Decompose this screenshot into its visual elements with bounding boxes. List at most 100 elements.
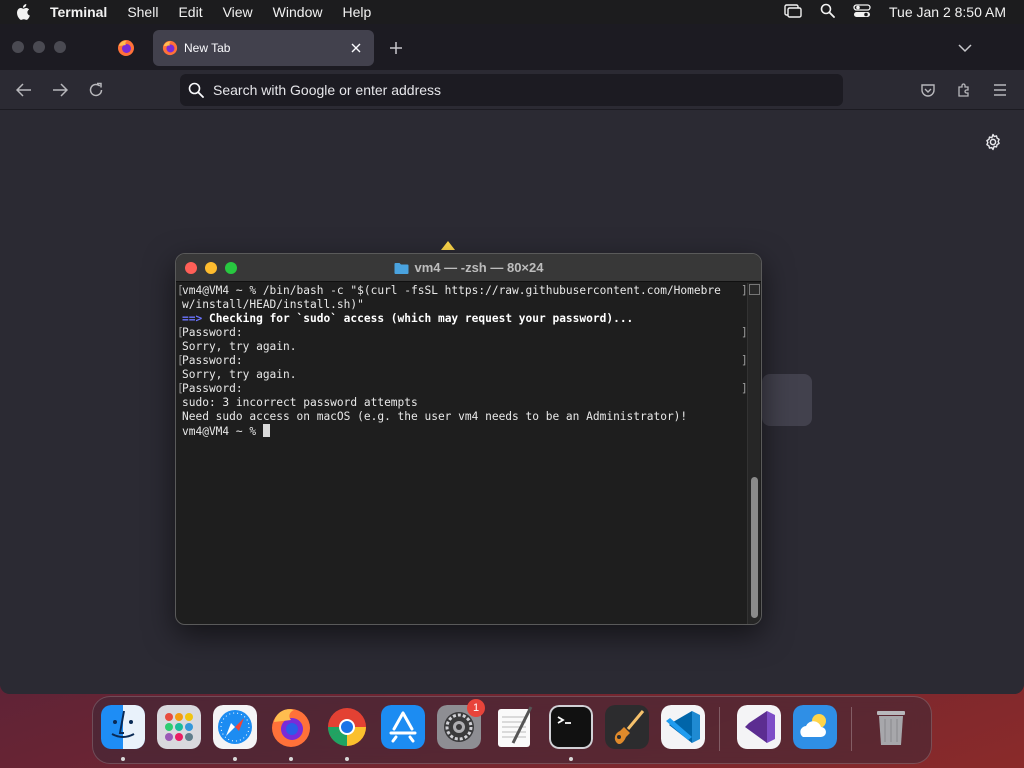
scroll-marker-icon — [749, 284, 760, 295]
terminal-line: ==> Checking for `sudo` access (which ma… — [180, 312, 745, 326]
menu-view[interactable]: View — [223, 4, 253, 20]
terminal-line: Need sudo access on macOS (e.g. the user… — [180, 410, 745, 424]
dock-trash-icon[interactable] — [869, 705, 913, 749]
tab-new-tab[interactable]: New Tab — [153, 30, 374, 66]
prompt-arrow: ==> — [182, 312, 203, 325]
terminal-line: w/install/HEAD/install.sh)" — [180, 298, 745, 312]
terminal-line: [Password:] — [177, 382, 748, 396]
menu-bar: Terminal Shell Edit View Window Help Tue… — [0, 0, 1024, 24]
app-menu-button[interactable] — [988, 78, 1012, 102]
line-text: Sorry, try again. — [182, 340, 297, 353]
menu-clock[interactable]: Tue Jan 2 8:50 AM — [889, 4, 1006, 20]
terminal-line: Sorry, try again. — [180, 340, 745, 354]
line-text: Sorry, try again. — [182, 368, 297, 381]
firefox-icon — [162, 40, 178, 56]
text-cursor — [262, 424, 270, 437]
back-button[interactable] — [12, 78, 36, 102]
menu-app-name[interactable]: Terminal — [50, 4, 107, 20]
pocket-icon — [921, 84, 935, 97]
running-indicator — [121, 757, 125, 761]
dock-garageband-icon[interactable] — [605, 705, 649, 749]
puzzle-icon — [958, 83, 969, 97]
line-text: Password: — [182, 326, 243, 339]
terminal-line: vm4@VM4 ~ % — [180, 424, 745, 438]
chevron-down-icon — [958, 44, 972, 53]
apple-menu-icon[interactable] — [16, 4, 36, 20]
tab-close-icon[interactable] — [347, 39, 365, 57]
menu-shell[interactable]: Shell — [127, 4, 158, 20]
notification-badge: 1 — [467, 699, 485, 717]
firefox-icon — [118, 40, 134, 56]
dock-visual-studio-icon[interactable] — [737, 705, 781, 749]
running-indicator — [345, 757, 349, 761]
dock-safari-icon[interactable] — [213, 705, 257, 749]
reload-icon — [89, 82, 103, 97]
scrollbar-thumb[interactable] — [751, 477, 758, 618]
menu-window[interactable]: Window — [273, 4, 323, 20]
firefox-view-button[interactable] — [112, 34, 140, 62]
line-text: vm4@VM4 ~ % /bin/bash -c "$(curl -fsSL h… — [182, 284, 721, 297]
line-text: vm4@VM4 ~ % — [182, 425, 263, 438]
terminal-output[interactable]: [vm4@VM4 ~ % /bin/bash -c "$(curl -fsSL … — [177, 284, 748, 622]
line-text: sudo: 3 incorrect password attempts — [182, 396, 418, 409]
shortcut-tile[interactable] — [762, 374, 812, 426]
pocket-button[interactable] — [916, 78, 940, 102]
dock-launchpad-icon[interactable] — [157, 705, 201, 749]
dock-separator — [719, 707, 720, 751]
highlight-marker-icon — [441, 241, 455, 250]
extensions-button[interactable] — [952, 78, 976, 102]
new-tab-button[interactable] — [385, 37, 407, 59]
terminal-window[interactable]: vm4 — -zsh — 80×24 [vm4@VM4 ~ % /bin/bas… — [175, 253, 762, 625]
url-input[interactable] — [213, 82, 773, 98]
terminal-title-bar[interactable]: vm4 — -zsh — 80×24 — [176, 254, 761, 282]
arrow-left-icon — [16, 83, 31, 97]
terminal-line: [Password:] — [177, 326, 748, 340]
tab-strip: New Tab — [0, 24, 1024, 70]
dock-textedit-icon[interactable] — [493, 705, 537, 749]
screen-mirroring-icon[interactable] — [784, 3, 802, 21]
customize-new-tab-button[interactable] — [982, 131, 1004, 153]
line-text: Password: — [182, 354, 243, 367]
nav-toolbar — [0, 70, 1024, 110]
dock-separator — [851, 707, 852, 751]
browser-close-button[interactable] — [12, 41, 24, 53]
terminal-line: [vm4@VM4 ~ % /bin/bash -c "$(curl -fsSL … — [177, 284, 748, 298]
browser-zoom-button[interactable] — [54, 41, 66, 53]
spotlight-search-icon[interactable] — [820, 3, 835, 21]
running-indicator — [233, 757, 237, 761]
menu-help[interactable]: Help — [342, 4, 371, 20]
folder-icon — [394, 262, 408, 274]
terminal-title: vm4 — -zsh — 80×24 — [414, 260, 544, 275]
gear-icon — [986, 133, 1000, 151]
browser-minimize-button[interactable] — [33, 41, 45, 53]
arrow-right-icon — [53, 83, 68, 97]
terminal-line: [Password:] — [177, 354, 748, 368]
dock-weather-icon[interactable] — [793, 705, 837, 749]
terminal-scrollbar[interactable] — [747, 283, 760, 624]
list-all-tabs-button[interactable] — [954, 37, 976, 59]
reload-button[interactable] — [84, 78, 108, 102]
dock: 1 — [92, 696, 932, 764]
control-center-icon[interactable] — [853, 3, 871, 21]
search-icon — [188, 82, 204, 98]
url-bar[interactable] — [180, 74, 843, 106]
dock-finder-icon[interactable] — [101, 705, 145, 749]
line-mark-left: [ — [177, 354, 184, 367]
browser-window-controls — [12, 41, 66, 53]
plus-icon — [390, 42, 402, 54]
dock-app-store-icon[interactable] — [381, 705, 425, 749]
running-indicator — [569, 757, 573, 761]
line-mark-left: [ — [177, 382, 184, 395]
dock-terminal-icon[interactable] — [549, 705, 593, 749]
line-mark-left: [ — [177, 284, 184, 297]
tab-title: New Tab — [184, 41, 231, 55]
terminal-line: sudo: 3 incorrect password attempts — [180, 396, 745, 410]
dock-vscode-icon[interactable] — [661, 705, 705, 749]
dock-chrome-icon[interactable] — [325, 705, 369, 749]
dock-firefox-icon[interactable] — [269, 705, 313, 749]
line-text: Need sudo access on macOS (e.g. the user… — [182, 410, 688, 423]
menu-edit[interactable]: Edit — [178, 4, 202, 20]
running-indicator — [289, 757, 293, 761]
forward-button[interactable] — [48, 78, 72, 102]
terminal-line: Sorry, try again. — [180, 368, 745, 382]
